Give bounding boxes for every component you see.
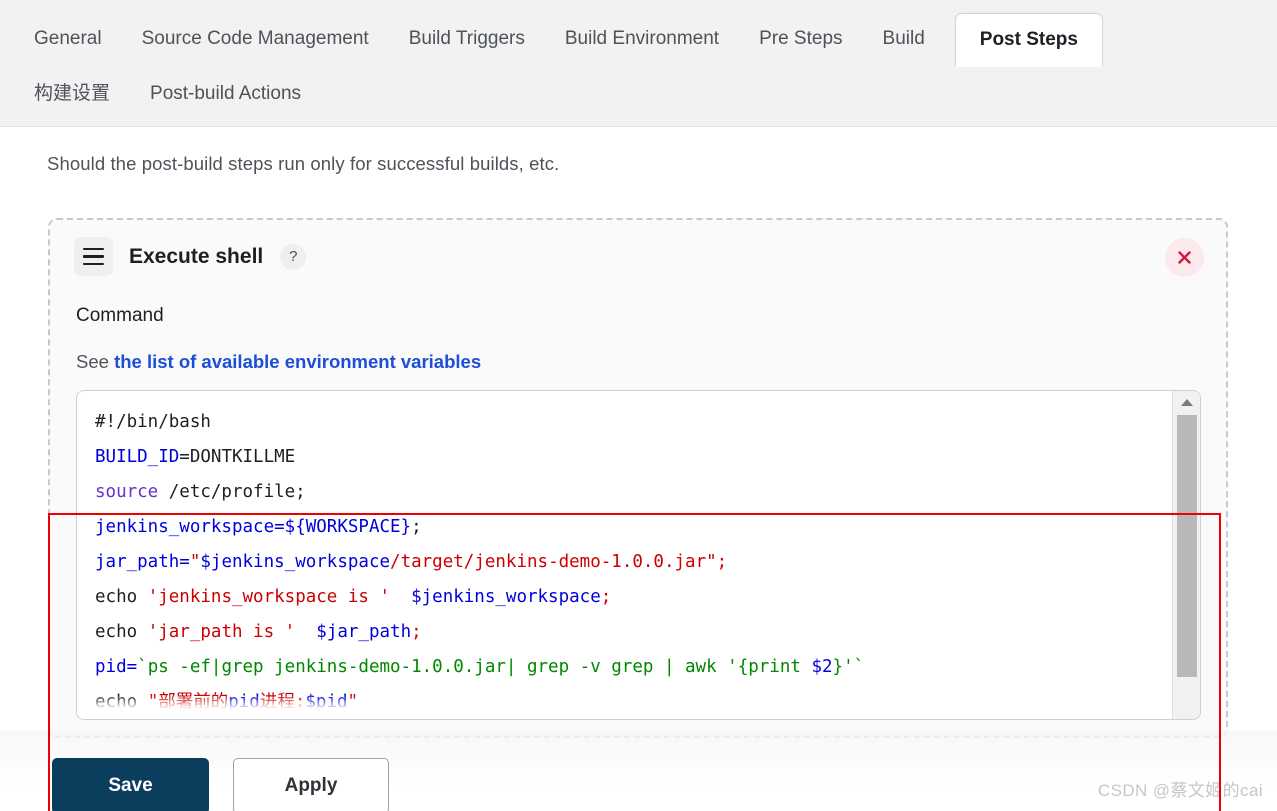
tab-build-environment[interactable]: Build Environment	[545, 18, 739, 61]
tab-build[interactable]: Build	[863, 18, 945, 61]
code-token: "	[189, 552, 201, 572]
tab-post-steps[interactable]: Post Steps	[954, 12, 1103, 68]
code-token: `ps -ef|grep jenkins-demo-1.0.0.jar| gre…	[137, 657, 812, 677]
code-token: =DONTKILLME	[179, 447, 296, 467]
code-token: pid=	[95, 657, 138, 677]
code-line: echo "部署前的pid进程:$pid"	[95, 685, 1162, 719]
tab-source-code-management[interactable]: Source Code Management	[122, 18, 389, 61]
env-variables-hint: See the list of available environment va…	[76, 351, 481, 373]
form-footer: Save Apply	[0, 731, 1277, 811]
code-token: #!/bin/bash	[95, 412, 211, 432]
shell-command-textarea[interactable]: #!/bin/bash BUILD_ID=DONTKILLME source /et…	[77, 391, 1172, 719]
see-prefix-text: See	[76, 351, 115, 372]
shell-command-editor[interactable]: #!/bin/bash BUILD_ID=DONTKILLME source /et…	[76, 390, 1201, 720]
config-content-area: Should the post-build steps run only for…	[0, 127, 1277, 811]
scrollbar-thumb[interactable]	[1177, 415, 1197, 677]
code-token: /etc/profile;	[158, 482, 306, 502]
code-line: echo 'jenkins_workspace is ' $jenkins_wo…	[95, 580, 1162, 615]
env-variables-link[interactable]: the list of available environment variab…	[114, 351, 481, 372]
code-token: echo	[95, 622, 148, 642]
tab-[interactable]: 构建设置	[22, 73, 130, 116]
tab-build-triggers[interactable]: Build Triggers	[389, 18, 545, 61]
code-token: echo	[95, 692, 148, 712]
code-token: "部署前的	[147, 692, 229, 712]
code-token: BUILD_ID	[95, 447, 180, 467]
save-button[interactable]: Save	[52, 758, 209, 811]
code-token: /target/jenkins-demo-1.0.0.jar";	[390, 552, 728, 572]
jenkins-job-config-page: General Source Code Management Build Trigg…	[0, 0, 1277, 811]
section-description: Should the post-build steps run only for…	[47, 153, 560, 174]
apply-button[interactable]: Apply	[233, 758, 389, 811]
code-token: 'jar_path is '	[147, 622, 296, 642]
code-token: ${WORKSPACE}	[284, 517, 412, 537]
editor-scrollbar[interactable]	[1172, 391, 1200, 719]
code-line: pid=`ps -ef|grep jenkins-demo-1.0.0.jar|…	[95, 650, 1162, 685]
code-line: jar_path="$jenkins_workspace/target/jenk…	[95, 545, 1162, 580]
code-token: $2	[811, 657, 833, 677]
code-token: $jar_path	[316, 622, 412, 642]
build-step-header: Execute shell ?	[74, 237, 307, 276]
code-token: jenkins_workspace=	[95, 517, 285, 537]
code-line: echo 'jar_path is ' $jar_path;	[95, 615, 1162, 650]
code-token: source	[95, 482, 159, 502]
code-line: BUILD_ID=DONTKILLME	[95, 440, 1162, 475]
code-token: $jenkins_workspace	[200, 552, 391, 572]
close-icon	[1178, 251, 1191, 264]
config-tab-bar: General Source Code Management Build Trigg…	[0, 0, 1277, 127]
build-step-execute-shell: Execute shell ? Command See the list of …	[48, 218, 1228, 738]
command-field-label: Command	[76, 305, 164, 326]
drag-handle-icon[interactable]	[74, 237, 113, 276]
tab-post-build-actions[interactable]: Post-build Actions	[130, 73, 321, 116]
code-token: 进程:	[259, 692, 306, 712]
code-line: source /etc/profile;	[95, 475, 1162, 510]
code-token: $pid	[305, 692, 348, 712]
help-icon[interactable]: ?	[280, 243, 307, 270]
remove-step-button[interactable]	[1165, 238, 1204, 277]
code-token: $jenkins_workspace	[411, 587, 601, 607]
code-line: #!/bin/bash	[95, 405, 1162, 440]
tab-general[interactable]: General	[22, 18, 122, 61]
watermark-text: CSDN @蔡文姬的cai	[1097, 781, 1263, 800]
scroll-up-arrow-icon[interactable]	[1173, 391, 1200, 413]
code-token: "	[347, 692, 359, 712]
build-step-title: Execute shell	[129, 244, 264, 268]
code-token: ;	[411, 622, 422, 642]
code-token: ;	[411, 517, 422, 537]
code-token: 'jenkins_workspace is '	[147, 587, 391, 607]
code-token: echo	[95, 587, 148, 607]
tab-row-primary: General Source Code Management Build Trigg…	[0, 10, 1103, 68]
tab-pre-steps[interactable]: Pre Steps	[739, 18, 862, 61]
code-token: ;	[600, 587, 612, 607]
code-token: }'`	[832, 657, 865, 677]
code-token: pid	[228, 692, 260, 712]
code-line: jenkins_workspace=${WORKSPACE};	[95, 510, 1162, 545]
tab-row-secondary: 构建设置 Post-build Actions	[0, 72, 321, 116]
code-token: jar_path=	[95, 552, 190, 572]
